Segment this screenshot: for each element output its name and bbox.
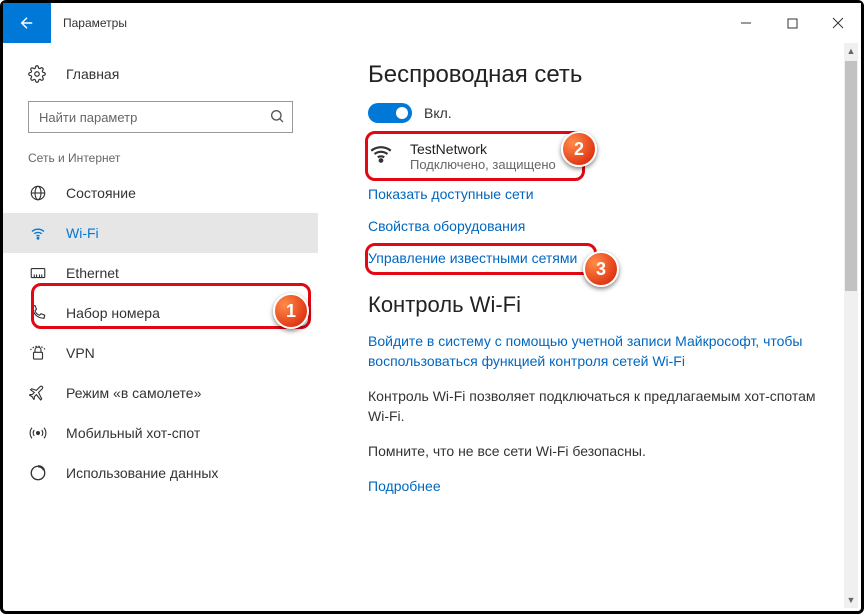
wifi-signal-icon	[368, 141, 396, 167]
lock-icon	[28, 344, 48, 362]
scroll-up-arrow[interactable]: ▲	[844, 43, 858, 59]
sidebar-item-label: Использование данных	[66, 465, 218, 481]
wifi-toggle-label: Вкл.	[424, 105, 452, 121]
sidebar-item-label: Состояние	[66, 185, 136, 201]
annotation-badge-1: 1	[273, 293, 309, 329]
connected-network[interactable]: TestNetwork Подключено, защищено	[368, 141, 831, 172]
window-title: Параметры	[63, 16, 127, 30]
link-show-networks[interactable]: Показать доступные сети	[368, 186, 831, 202]
search-box	[28, 101, 293, 133]
section-heading: Контроль Wi-Fi	[368, 292, 831, 318]
body-text-2: Помните, что не все сети Wi-Fi безопасны…	[368, 442, 831, 462]
main-content: Беспроводная сеть Вкл. TestNetwork Подкл…	[318, 43, 861, 611]
annotation-badge-2: 2	[561, 131, 597, 167]
airplane-icon	[28, 384, 48, 402]
network-name: TestNetwork	[410, 141, 556, 157]
sidebar-item-dialup[interactable]: Набор номера	[3, 293, 318, 333]
sidebar-item-label: Wi-Fi	[66, 225, 99, 241]
sidebar-item-label: Режим «в самолете»	[66, 385, 201, 401]
annotation-badge-3: 3	[583, 251, 619, 287]
category-label: Сеть и Интернет	[3, 147, 318, 173]
phone-icon	[28, 304, 48, 322]
gear-icon	[28, 65, 48, 83]
back-button[interactable]	[3, 3, 51, 43]
link-hardware-props[interactable]: Свойства оборудования	[368, 218, 831, 234]
sidebar-item-status[interactable]: Состояние	[3, 173, 318, 213]
page-heading: Беспроводная сеть	[368, 61, 831, 89]
hotspot-icon	[28, 424, 48, 442]
sidebar-item-label: Ethernet	[66, 265, 119, 281]
minimize-icon	[740, 17, 752, 29]
home-label: Главная	[66, 66, 119, 82]
network-status: Подключено, защищено	[410, 157, 556, 172]
search-input[interactable]	[28, 101, 293, 133]
body-text-1: Контроль Wi-Fi позволяет подключаться к …	[368, 387, 831, 426]
link-signin[interactable]: Войдите в систему с помощью учетной запи…	[368, 332, 831, 371]
sidebar-item-data-usage[interactable]: Использование данных	[3, 453, 318, 493]
link-more[interactable]: Подробнее	[368, 478, 831, 494]
sidebar-item-ethernet[interactable]: Ethernet	[3, 253, 318, 293]
sidebar-item-airplane[interactable]: Режим «в самолете»	[3, 373, 318, 413]
sidebar-item-wifi[interactable]: Wi-Fi	[3, 213, 318, 253]
sidebar-item-label: Мобильный хот-спот	[66, 425, 200, 441]
arrow-left-icon	[18, 14, 36, 32]
scroll-thumb[interactable]	[845, 61, 857, 291]
titlebar: Параметры	[3, 3, 861, 43]
minimize-button[interactable]	[723, 3, 769, 43]
data-usage-icon	[28, 464, 48, 482]
sidebar: Главная Сеть и Интернет Состояние Wi-Fi …	[3, 43, 318, 611]
sidebar-item-hotspot[interactable]: Мобильный хот-спот	[3, 413, 318, 453]
ethernet-icon	[28, 264, 48, 282]
scroll-down-arrow[interactable]: ▼	[844, 592, 858, 608]
maximize-icon	[787, 18, 798, 29]
wifi-toggle[interactable]	[368, 103, 412, 123]
vertical-scrollbar[interactable]: ▲ ▼	[844, 43, 858, 608]
home-button[interactable]: Главная	[3, 55, 318, 93]
sidebar-item-vpn[interactable]: VPN	[3, 333, 318, 373]
close-icon	[832, 17, 844, 29]
sidebar-item-label: Набор номера	[66, 305, 160, 321]
globe-icon	[28, 184, 48, 202]
sidebar-item-label: VPN	[66, 345, 95, 361]
wifi-icon	[28, 224, 48, 242]
maximize-button[interactable]	[769, 3, 815, 43]
close-button[interactable]	[815, 3, 861, 43]
